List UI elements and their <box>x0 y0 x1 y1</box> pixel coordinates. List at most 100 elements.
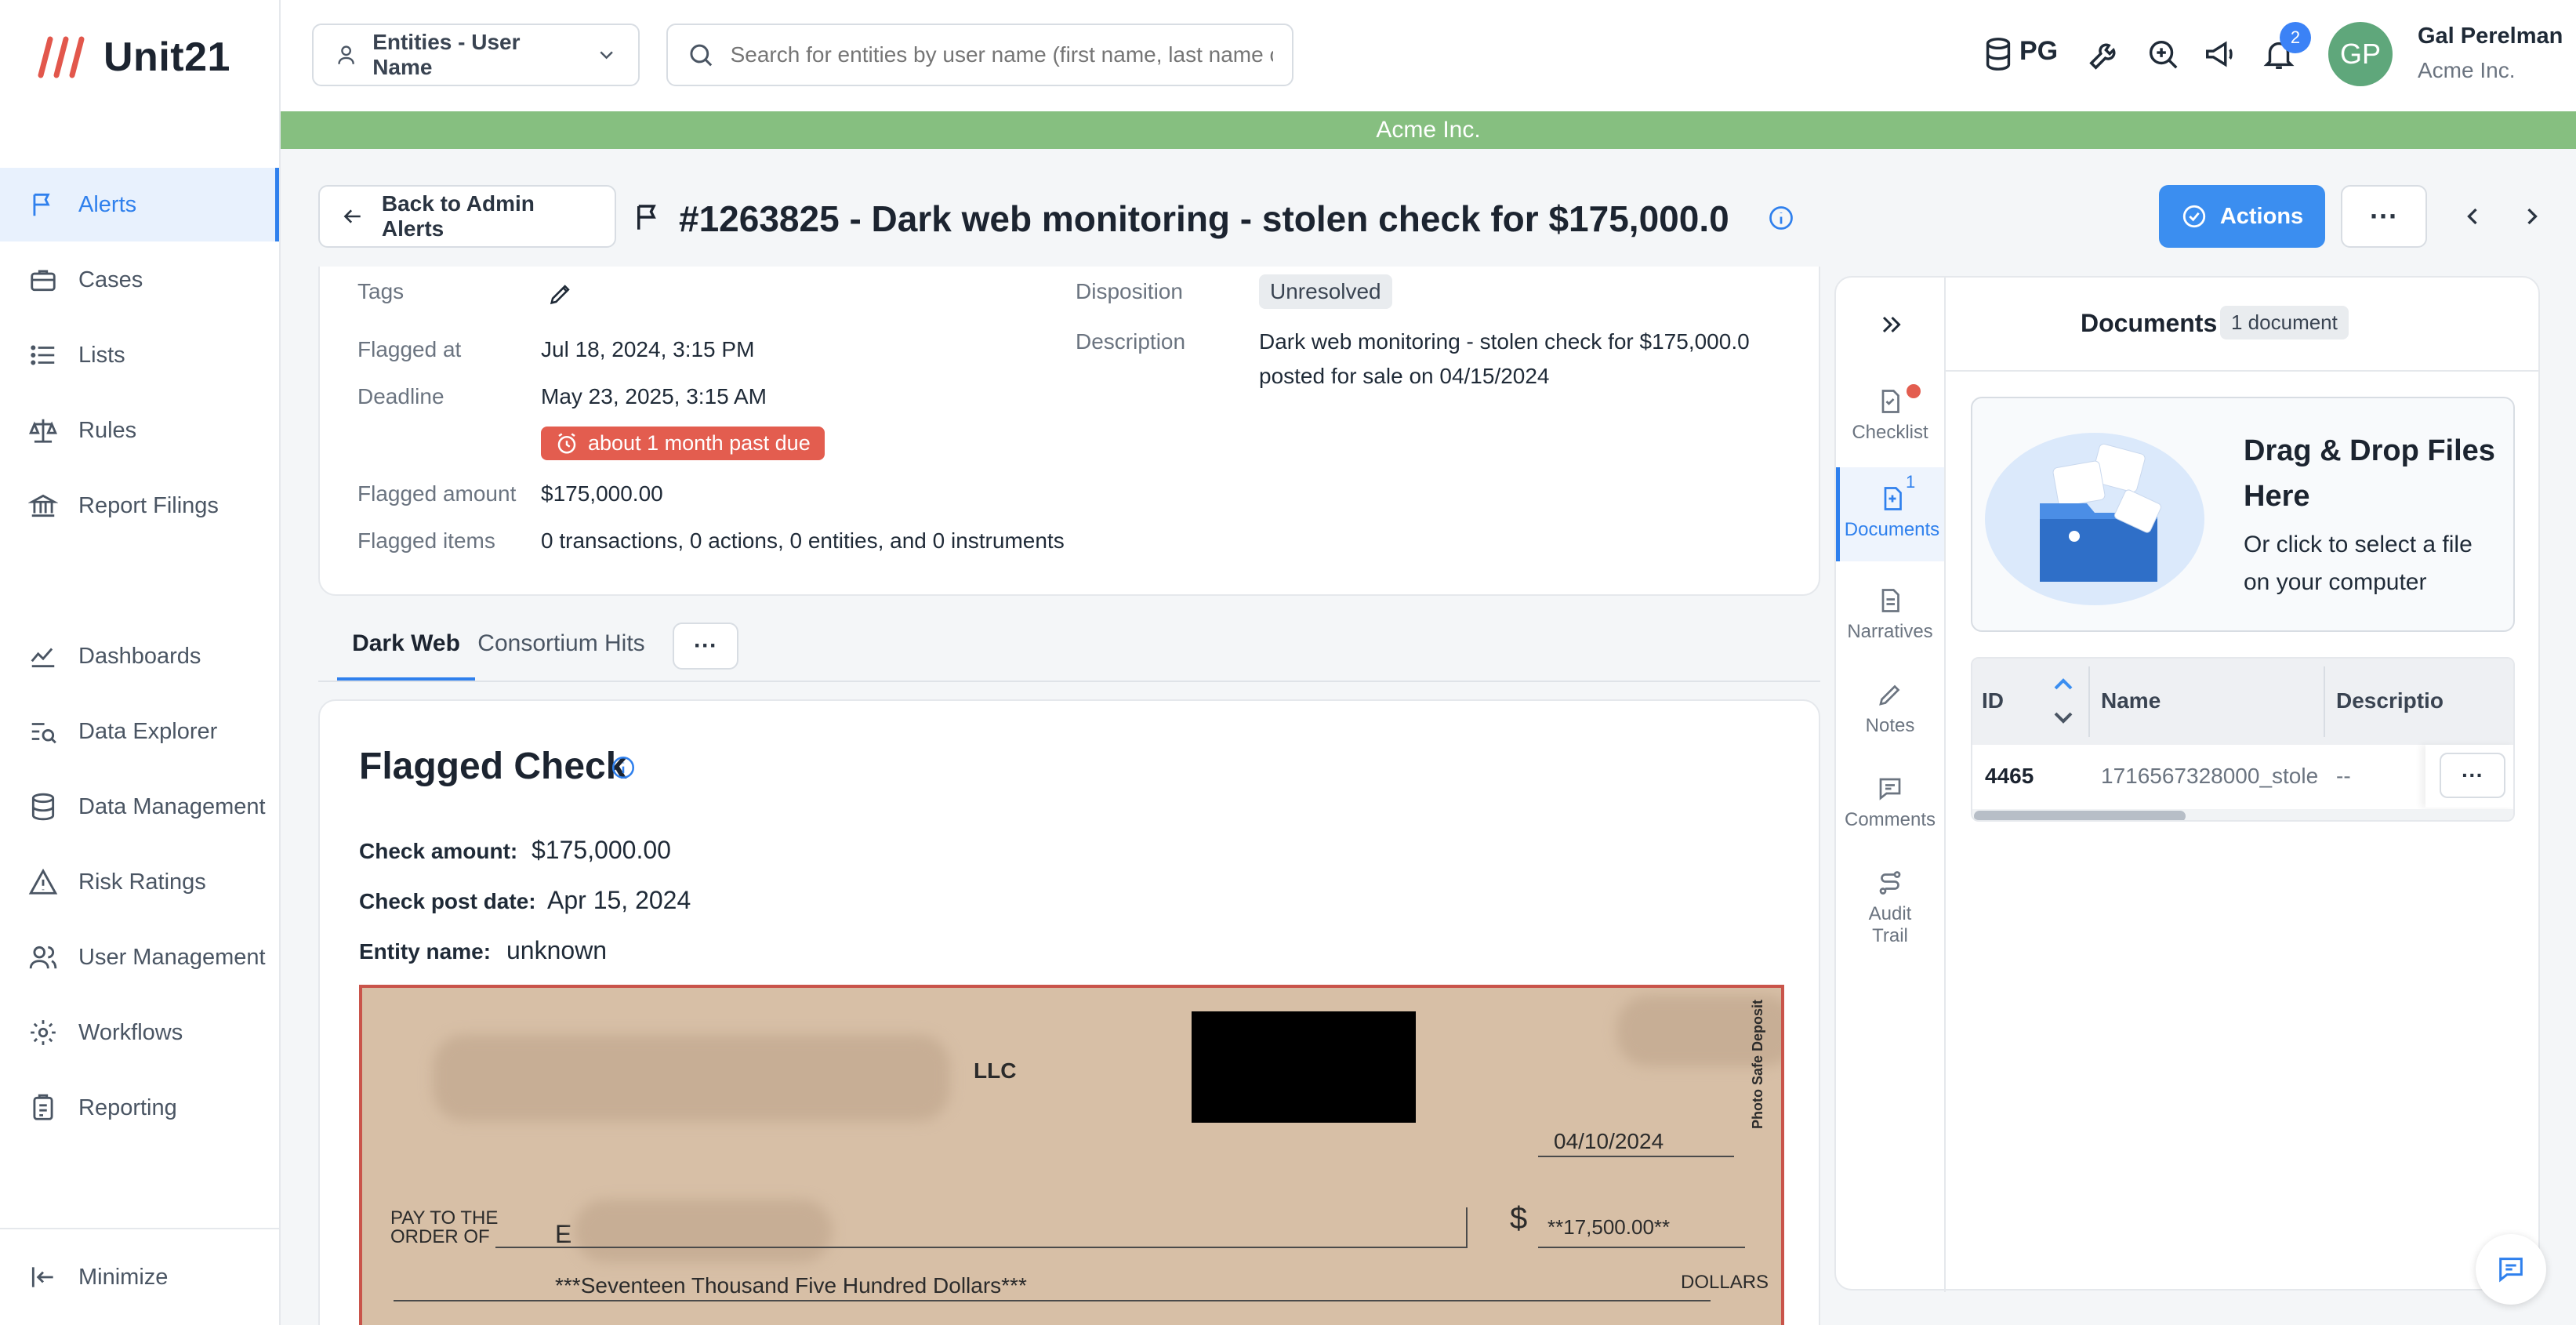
database-icon[interactable] <box>1980 36 2016 72</box>
collapse-left-icon <box>31 1267 53 1287</box>
sidebar-item-alerts[interactable]: Alerts <box>0 168 279 241</box>
sidebar-item-dashboards[interactable]: Dashboards <box>0 619 279 693</box>
sidebar-item-lists[interactable]: Lists <box>0 318 279 392</box>
file-drop-zone[interactable]: Drag & Drop Files Here Or click to selec… <box>1971 397 2515 632</box>
redacted-blur <box>574 1200 833 1262</box>
sidebar-item-cases[interactable]: Cases <box>0 243 279 317</box>
column-name[interactable]: Name <box>2101 688 2161 713</box>
horizontal-scrollbar[interactable] <box>1972 809 2513 820</box>
sidebar-item-data-explorer[interactable]: Data Explorer <box>0 695 279 768</box>
redacted-blur <box>433 1035 950 1121</box>
sidebar-item-user-management[interactable]: User Management <box>0 920 279 994</box>
sidebar-item-label: Cases <box>78 267 143 292</box>
briefcase-icon <box>31 270 56 292</box>
flagged-amount-value: $175,000.00 <box>541 481 663 506</box>
minimize-button[interactable]: Minimize <box>0 1228 279 1325</box>
sidebar-item-data-management[interactable]: Data Management <box>0 770 279 844</box>
sidebar-item-label: Risk Ratings <box>78 869 206 895</box>
rnav-notes[interactable]: Notes <box>1836 670 1944 756</box>
arrow-left-icon <box>343 209 361 223</box>
sidebar-item-label: Rules <box>78 417 137 443</box>
alert-dot <box>1907 384 1921 398</box>
sidebar-item-label: Dashboards <box>78 643 201 669</box>
minimize-label: Minimize <box>78 1264 169 1290</box>
chevron-right-icon[interactable] <box>2518 202 2546 231</box>
tab-consortium-hits[interactable]: Consortium Hits <box>473 630 649 657</box>
written-amount: ***Seventeen Thousand Five Hundred Dolla… <box>555 1273 1027 1298</box>
check-circle-icon <box>2182 205 2205 228</box>
actions-button-label: Actions <box>2219 203 2304 229</box>
sidebar-item-rules[interactable]: Rules <box>0 394 279 467</box>
info-icon[interactable] <box>1767 204 1795 232</box>
page-title: #1263825 - Dark web monitoring - stolen … <box>679 198 1729 239</box>
tabs-more-button[interactable]: ··· <box>673 623 738 670</box>
tab-dark-web[interactable]: Dark Web <box>337 630 475 681</box>
flagged-items-value: 0 transactions, 0 actions, 0 entities, a… <box>541 528 1065 553</box>
documents-count-chip: 1 document <box>2220 306 2349 339</box>
actions-button[interactable]: Actions <box>2159 185 2325 248</box>
pencil-icon[interactable] <box>547 281 574 307</box>
scale-icon <box>29 419 57 443</box>
written-amount-line <box>394 1300 1711 1301</box>
alert-header: Back to Admin Alerts #1263825 - Dark web… <box>281 149 2576 274</box>
double-chevron-right-icon[interactable] <box>1877 310 1905 339</box>
rnav-documents[interactable]: Documents 1 <box>1836 467 1944 561</box>
search-box[interactable] <box>666 24 1293 86</box>
unit21-logo[interactable]: Unit21 <box>38 30 230 85</box>
chevron-left-icon[interactable] <box>2458 202 2487 231</box>
search-input[interactable] <box>730 42 1273 67</box>
sidebar-item-reporting[interactable]: Reporting <box>0 1071 279 1145</box>
tags-label: Tags <box>357 279 405 303</box>
sidebar-item-workflows[interactable]: Workflows <box>0 996 279 1069</box>
rnav-checklist[interactable]: Checklist <box>1836 376 1944 463</box>
row-actions-cell: ··· <box>2425 745 2513 808</box>
documents-header: Documents 1 document <box>1946 278 2540 372</box>
column-description[interactable]: Descriptio <box>2336 688 2444 713</box>
sidebar-item-label: Data Management <box>78 793 266 819</box>
rnav-comments[interactable]: Comments <box>1836 764 1944 850</box>
sidebar-item-label: Data Explorer <box>78 718 218 744</box>
description-line-1: Dark web monitoring - stolen check for $… <box>1259 329 1750 354</box>
narrative-icon <box>1881 589 1899 612</box>
avatar[interactable]: GP <box>2328 22 2393 86</box>
help-chat-button[interactable] <box>2476 1234 2546 1305</box>
scrollbar-thumb[interactable] <box>1974 811 2186 820</box>
wrench-icon[interactable] <box>2087 36 2123 72</box>
sidebar-item-risk-ratings[interactable]: Risk Ratings <box>0 845 279 919</box>
sort-icon[interactable] <box>2051 673 2076 729</box>
entity-type-select[interactable]: Entities - User Name <box>312 24 640 86</box>
check-post-date-value: Apr 15, 2024 <box>547 886 691 914</box>
table-header: ID Name Descriptio <box>1972 659 2513 745</box>
clipboard-icon <box>33 1094 53 1120</box>
rnav-audit-trail[interactable]: Audit Trail <box>1836 858 1944 967</box>
sidebar-item-label: User Management <box>78 944 266 970</box>
past-due-badge: about 1 month past due <box>541 427 825 460</box>
drop-title-2: Here <box>2244 480 2310 513</box>
table-row[interactable]: 4465 1716567328000_stole -- ··· <box>1972 745 2513 808</box>
sidebar-item-report-filings[interactable]: Report Filings <box>0 469 279 543</box>
list-icon <box>31 345 55 365</box>
pencil-icon <box>1879 684 1900 706</box>
rnav-narratives[interactable]: Narratives <box>1836 575 1944 662</box>
back-button[interactable]: Back to Admin Alerts <box>318 185 616 248</box>
column-divider <box>2088 666 2090 737</box>
flagged-at-value: Jul 18, 2024, 3:15 PM <box>541 337 755 361</box>
pg-label[interactable]: PG <box>2019 36 2058 67</box>
description-label: Description <box>1076 329 1186 354</box>
more-options-button[interactable]: ··· <box>2341 185 2427 248</box>
audit-trail-icon <box>1879 871 1901 895</box>
drop-subtitle-1: Or click to select a file <box>2244 532 2473 557</box>
megaphone-icon[interactable] <box>2203 36 2239 72</box>
search-icon <box>690 44 713 67</box>
user-icon <box>338 45 354 64</box>
flag-icon <box>637 205 656 230</box>
info-icon[interactable] <box>610 754 637 781</box>
entity-name-label: Entity name: <box>359 939 492 964</box>
row-more-button[interactable]: ··· <box>2440 753 2505 798</box>
document-icon <box>1884 487 1902 510</box>
top-bar: Entities - User Name PG 2 GP Gal Perelma… <box>281 0 2576 111</box>
column-id[interactable]: ID <box>1982 688 2004 713</box>
org-banner: Acme Inc. <box>281 111 2576 149</box>
amount-line <box>1538 1247 1745 1248</box>
zoom-search-icon[interactable] <box>2145 36 2181 72</box>
